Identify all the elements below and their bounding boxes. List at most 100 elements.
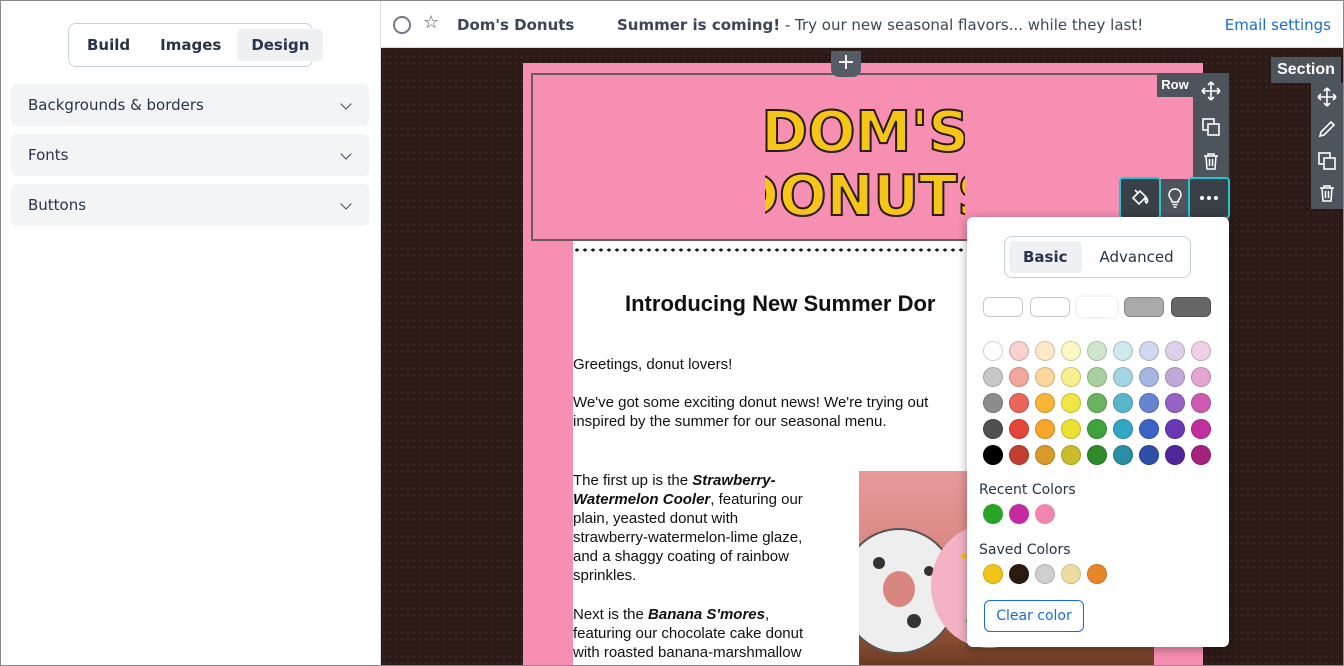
color-swatch[interactable]	[1035, 393, 1055, 413]
preset-color-swatch[interactable]	[1077, 297, 1117, 317]
recent-color-swatch[interactable]	[1035, 504, 1055, 524]
row-toolbar	[1193, 73, 1229, 183]
tab-advanced[interactable]: Advanced	[1086, 241, 1188, 273]
color-swatch[interactable]	[983, 367, 1003, 387]
paint-bucket-button[interactable]	[1119, 177, 1161, 219]
color-swatch[interactable]	[1061, 367, 1081, 387]
paragraph-1-line-1[interactable]: The first up is the Strawberry-	[573, 471, 853, 490]
color-swatch[interactable]	[1191, 445, 1211, 465]
paragraph-1-line-3[interactable]: plain, yeasted donut with	[573, 509, 853, 528]
color-swatch[interactable]	[1087, 393, 1107, 413]
color-swatch[interactable]	[1035, 445, 1055, 465]
tab-build[interactable]: Build	[73, 29, 144, 61]
color-swatch[interactable]	[1035, 341, 1055, 361]
color-swatch[interactable]	[1139, 367, 1159, 387]
app-window: Build Images Design Backgrounds & border…	[0, 0, 1344, 666]
tab-basic[interactable]: Basic	[1009, 241, 1082, 273]
paragraph-2-line-2[interactable]: featuring our chocolate cake donut	[573, 624, 853, 643]
clear-color-button[interactable]: Clear color	[984, 600, 1084, 632]
color-swatch[interactable]	[1061, 341, 1081, 361]
color-swatch[interactable]	[1009, 341, 1029, 361]
chevron-down-icon	[341, 150, 351, 160]
color-swatch[interactable]	[1087, 367, 1107, 387]
tab-design[interactable]: Design	[237, 29, 324, 61]
accordion-fonts[interactable]: Fonts	[11, 134, 369, 176]
color-swatch[interactable]	[1139, 419, 1159, 439]
color-swatch[interactable]	[1165, 419, 1185, 439]
color-swatch[interactable]	[1035, 367, 1055, 387]
preset-color-swatch[interactable]	[983, 297, 1023, 317]
color-swatch[interactable]	[1165, 445, 1185, 465]
saved-colors-label: Saved Colors	[979, 542, 1071, 558]
color-swatch[interactable]	[1061, 393, 1081, 413]
duplicate-icon[interactable]	[1315, 149, 1339, 173]
trash-icon[interactable]	[1315, 181, 1339, 205]
email-settings-link[interactable]: Email settings	[1225, 16, 1331, 34]
color-swatch[interactable]	[1009, 393, 1029, 413]
pencil-icon[interactable]	[1315, 117, 1339, 141]
preset-color-swatch[interactable]	[1124, 297, 1164, 317]
star-icon[interactable]: ☆	[423, 13, 439, 33]
color-swatch[interactable]	[983, 393, 1003, 413]
move-icon[interactable]	[1199, 79, 1223, 103]
color-swatch[interactable]	[1165, 393, 1185, 413]
lightbulb-button[interactable]	[1161, 179, 1189, 217]
color-swatch[interactable]	[1191, 367, 1211, 387]
color-swatch[interactable]	[1113, 367, 1133, 387]
greeting-text[interactable]: Greetings, donut lovers!	[573, 355, 853, 374]
color-swatch[interactable]	[1165, 367, 1185, 387]
color-swatch[interactable]	[1087, 445, 1107, 465]
color-swatch[interactable]	[1061, 445, 1081, 465]
more-options-button[interactable]	[1188, 177, 1230, 219]
color-swatch[interactable]	[1191, 393, 1211, 413]
email-headline[interactable]: Introducing New Summer Dor	[625, 291, 935, 317]
color-swatch[interactable]	[1087, 419, 1107, 439]
color-swatch[interactable]	[983, 341, 1003, 361]
recent-color-swatch[interactable]	[983, 504, 1003, 524]
color-swatch[interactable]	[1061, 419, 1081, 439]
color-swatch[interactable]	[1113, 419, 1133, 439]
color-swatch[interactable]	[1165, 341, 1185, 361]
color-swatch[interactable]	[1035, 419, 1055, 439]
saved-color-swatch[interactable]	[983, 564, 1003, 584]
paragraph-2-line-1[interactable]: Next is the Banana S'mores,	[573, 605, 853, 624]
select-circle-icon[interactable]	[393, 16, 411, 34]
accordion-backgrounds-borders[interactable]: Backgrounds & borders	[11, 84, 369, 126]
color-swatch[interactable]	[1139, 393, 1159, 413]
paragraph-1-line-2[interactable]: Watermelon Cooler, featuring our	[573, 490, 853, 509]
color-swatch[interactable]	[1139, 445, 1159, 465]
add-row-icon[interactable]: +	[831, 51, 861, 77]
color-swatch[interactable]	[1113, 445, 1133, 465]
color-swatch[interactable]	[1113, 393, 1133, 413]
preset-color-swatch[interactable]	[1030, 297, 1070, 317]
paragraph-2-line-3[interactable]: with roasted banana-marshmallow	[573, 643, 853, 662]
preset-color-swatch[interactable]	[1171, 297, 1211, 317]
paragraph-1-line-6[interactable]: sprinkles.	[573, 566, 853, 585]
recent-color-swatch[interactable]	[1009, 504, 1029, 524]
color-swatch[interactable]	[983, 419, 1003, 439]
move-icon[interactable]	[1315, 85, 1339, 109]
color-swatch[interactable]	[1009, 419, 1029, 439]
saved-color-swatch[interactable]	[1061, 564, 1081, 584]
logo-text-line1: DOM'S	[765, 100, 965, 165]
color-swatch[interactable]	[1191, 341, 1211, 361]
color-swatch[interactable]	[1087, 341, 1107, 361]
trash-icon[interactable]	[1199, 149, 1223, 173]
intro-line-2[interactable]: inspired by the summer for our seasonal …	[573, 412, 973, 431]
saved-color-swatch[interactable]	[1009, 564, 1029, 584]
paragraph-1-line-5[interactable]: and a shaggy coating of rainbow	[573, 547, 853, 566]
duplicate-icon[interactable]	[1199, 115, 1223, 139]
color-swatch[interactable]	[983, 445, 1003, 465]
intro-line-1[interactable]: We've got some exciting donut news! We'r…	[573, 393, 973, 412]
saved-color-swatch[interactable]	[1035, 564, 1055, 584]
tab-images[interactable]: Images	[146, 29, 235, 61]
color-swatch[interactable]	[1191, 419, 1211, 439]
color-swatch[interactable]	[1139, 341, 1159, 361]
chevron-down-icon	[341, 200, 351, 210]
saved-color-swatch[interactable]	[1087, 564, 1107, 584]
color-swatch[interactable]	[1009, 367, 1029, 387]
color-swatch[interactable]	[1009, 445, 1029, 465]
paragraph-1-line-4[interactable]: strawberry-watermelon-lime glaze,	[573, 528, 853, 547]
color-swatch[interactable]	[1113, 341, 1133, 361]
accordion-buttons[interactable]: Buttons	[11, 184, 369, 226]
